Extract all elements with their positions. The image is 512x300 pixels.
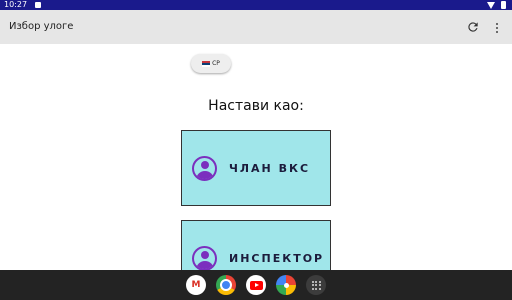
system-icons	[487, 1, 506, 9]
status-time: 10:27	[4, 0, 28, 9]
photos-icon[interactable]	[276, 275, 296, 295]
more-vert-icon[interactable]	[492, 21, 502, 33]
notification-icon	[35, 2, 41, 8]
youtube-icon[interactable]	[246, 275, 266, 295]
serbian-flag-icon	[202, 60, 211, 67]
language-label: СР	[212, 60, 220, 67]
all-apps-icon[interactable]	[306, 275, 326, 295]
language-chip[interactable]: СР	[191, 54, 231, 73]
wifi-icon	[487, 1, 496, 9]
user-avatar-icon	[192, 155, 217, 181]
continue-as-prompt: Настави као:	[208, 98, 304, 114]
taskbar: M	[0, 270, 512, 300]
role-label: ИНСПЕКТОР	[229, 251, 325, 265]
chrome-icon[interactable]	[216, 275, 236, 295]
page-title: Избор улоге	[9, 21, 74, 32]
status-bar: 10:27	[0, 0, 512, 10]
role-label: ЧЛАН ВКС	[229, 161, 311, 175]
role-button-vks-member[interactable]: ЧЛАН ВКС	[181, 130, 331, 206]
app-bar: Избор улоге	[0, 10, 512, 44]
battery-icon	[501, 1, 506, 9]
user-avatar-icon	[192, 245, 217, 271]
gmail-icon[interactable]: M	[186, 275, 206, 295]
refresh-icon[interactable]	[466, 20, 480, 34]
